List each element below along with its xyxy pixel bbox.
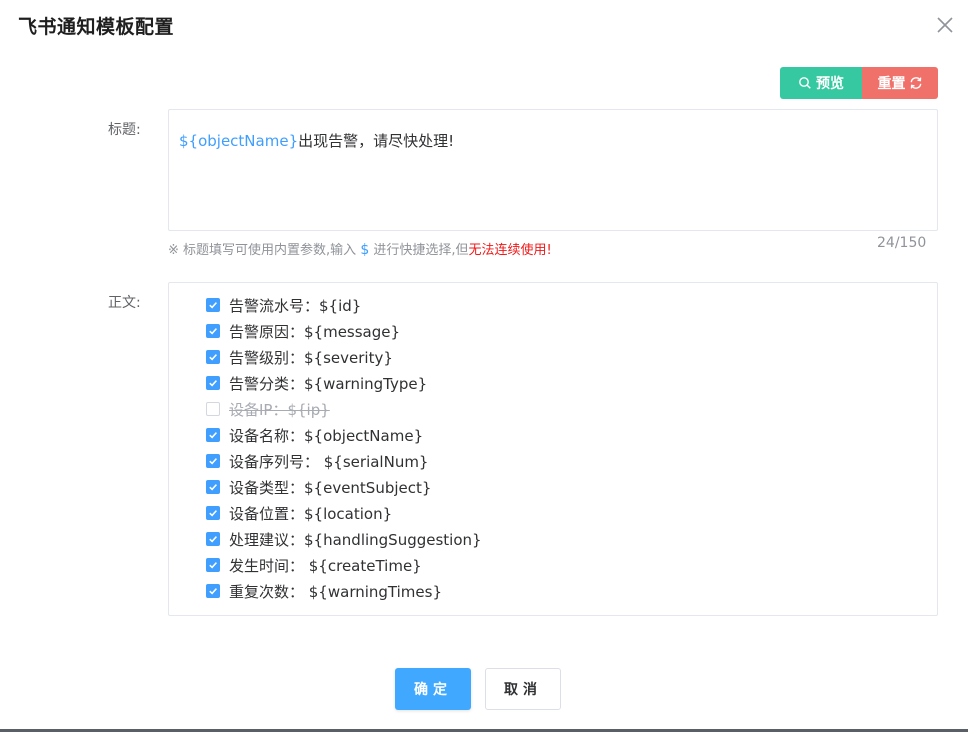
body-item-label: 处理建议：${handlingSuggestion}	[229, 530, 482, 549]
body-field-label: 正文:	[108, 295, 141, 311]
body-item-label: 设备位置：${location}	[229, 504, 393, 523]
title-text: 出现告警，请尽快处理!	[298, 132, 455, 150]
cancel-button[interactable]: 取消	[485, 668, 561, 710]
body-item-label: 告警分类：${warningType}	[229, 374, 428, 393]
title-variable: ${objectName}	[179, 132, 299, 150]
body-item-label: 发生时间： ${createTime}	[229, 556, 422, 575]
reset-button[interactable]: 重置	[862, 67, 938, 99]
check-icon	[209, 380, 217, 387]
check-icon	[209, 432, 217, 439]
body-item-object-name[interactable]: 设备名称：${objectName}	[206, 424, 423, 446]
check-icon	[209, 588, 217, 595]
body-item-id[interactable]: 告警流水号：${id}	[206, 294, 361, 316]
title-input[interactable]: ${objectName}出现告警，请尽快处理!	[168, 109, 938, 231]
checkbox[interactable]	[206, 454, 220, 468]
hint-warning: 无法连续使用!	[468, 243, 552, 258]
body-item-create-time[interactable]: 发生时间： ${createTime}	[206, 554, 422, 576]
check-icon	[209, 510, 217, 517]
body-item-ip[interactable]: 设备IP：${ip}	[206, 398, 330, 420]
close-icon	[934, 14, 956, 36]
check-icon	[209, 354, 217, 361]
body-item-handling-suggestion[interactable]: 处理建议：${handlingSuggestion}	[206, 528, 482, 550]
checkbox[interactable]	[206, 428, 220, 442]
checkbox[interactable]	[206, 532, 220, 546]
body-item-label: 设备类型：${eventSubject}	[229, 478, 432, 497]
body-item-label: 重复次数： ${warningTimes}	[229, 582, 442, 601]
close-button[interactable]	[934, 14, 956, 36]
body-item-warning-times[interactable]: 重复次数： ${warningTimes}	[206, 580, 442, 602]
feishu-template-dialog: 飞书通知模板配置 预览 重置 标题: ${objectName}出现告警，请尽快…	[0, 0, 968, 732]
refresh-icon	[909, 76, 923, 90]
checkbox[interactable]	[206, 298, 220, 312]
body-item-serial-num[interactable]: 设备序列号： ${serialNum}	[206, 450, 428, 472]
body-item-severity[interactable]: 告警级别：${severity}	[206, 346, 393, 368]
reset-button-label: 重置	[877, 76, 906, 92]
check-icon	[209, 562, 217, 569]
check-icon	[209, 484, 217, 491]
checkbox[interactable]	[206, 480, 220, 494]
body-checkbox-group: 告警流水号：${id} 告警原因：${message} 告警级别：${sever…	[168, 282, 938, 616]
body-item-label: 告警级别：${severity}	[229, 348, 393, 367]
check-icon	[209, 328, 217, 335]
title-field-label: 标题:	[108, 122, 141, 138]
body-item-label: 告警原因：${message}	[229, 322, 401, 341]
checkbox[interactable]	[206, 376, 220, 390]
check-icon	[209, 458, 217, 465]
dialog-title: 飞书通知模板配置	[18, 16, 175, 38]
check-icon	[209, 302, 217, 309]
preview-button-label: 预览	[816, 76, 844, 92]
checkbox[interactable]	[206, 506, 220, 520]
body-item-message[interactable]: 告警原因：${message}	[206, 320, 400, 342]
body-item-label: 告警流水号：${id}	[229, 296, 362, 315]
confirm-button[interactable]: 确定	[395, 668, 471, 710]
check-icon	[209, 536, 217, 543]
checkbox[interactable]	[206, 324, 220, 338]
body-item-label: 设备名称：${objectName}	[229, 426, 424, 445]
title-hint: ※ 标题填写可使用内置参数,输入 $ 进行快捷选择,但无法连续使用!	[168, 239, 552, 258]
body-item-event-subject[interactable]: 设备类型：${eventSubject}	[206, 476, 431, 498]
body-item-warning-type[interactable]: 告警分类：${warningType}	[206, 372, 427, 394]
checkbox[interactable]	[206, 558, 220, 572]
character-counter: 24/150	[877, 235, 927, 251]
checkbox[interactable]	[206, 584, 220, 598]
preview-button[interactable]: 预览	[780, 67, 862, 99]
body-item-location[interactable]: 设备位置：${location}	[206, 502, 392, 524]
body-item-label: 设备序列号： ${serialNum}	[229, 452, 429, 471]
body-item-label: 设备IP：${ip}	[229, 400, 330, 419]
search-icon	[798, 76, 812, 90]
hint-middle: 进行快捷选择,但	[373, 243, 469, 258]
hint-dollar: $	[360, 242, 370, 258]
checkbox[interactable]	[206, 350, 220, 364]
hint-prefix: ※ 标题填写可使用内置参数,输入	[168, 243, 357, 258]
checkbox[interactable]	[206, 402, 220, 416]
